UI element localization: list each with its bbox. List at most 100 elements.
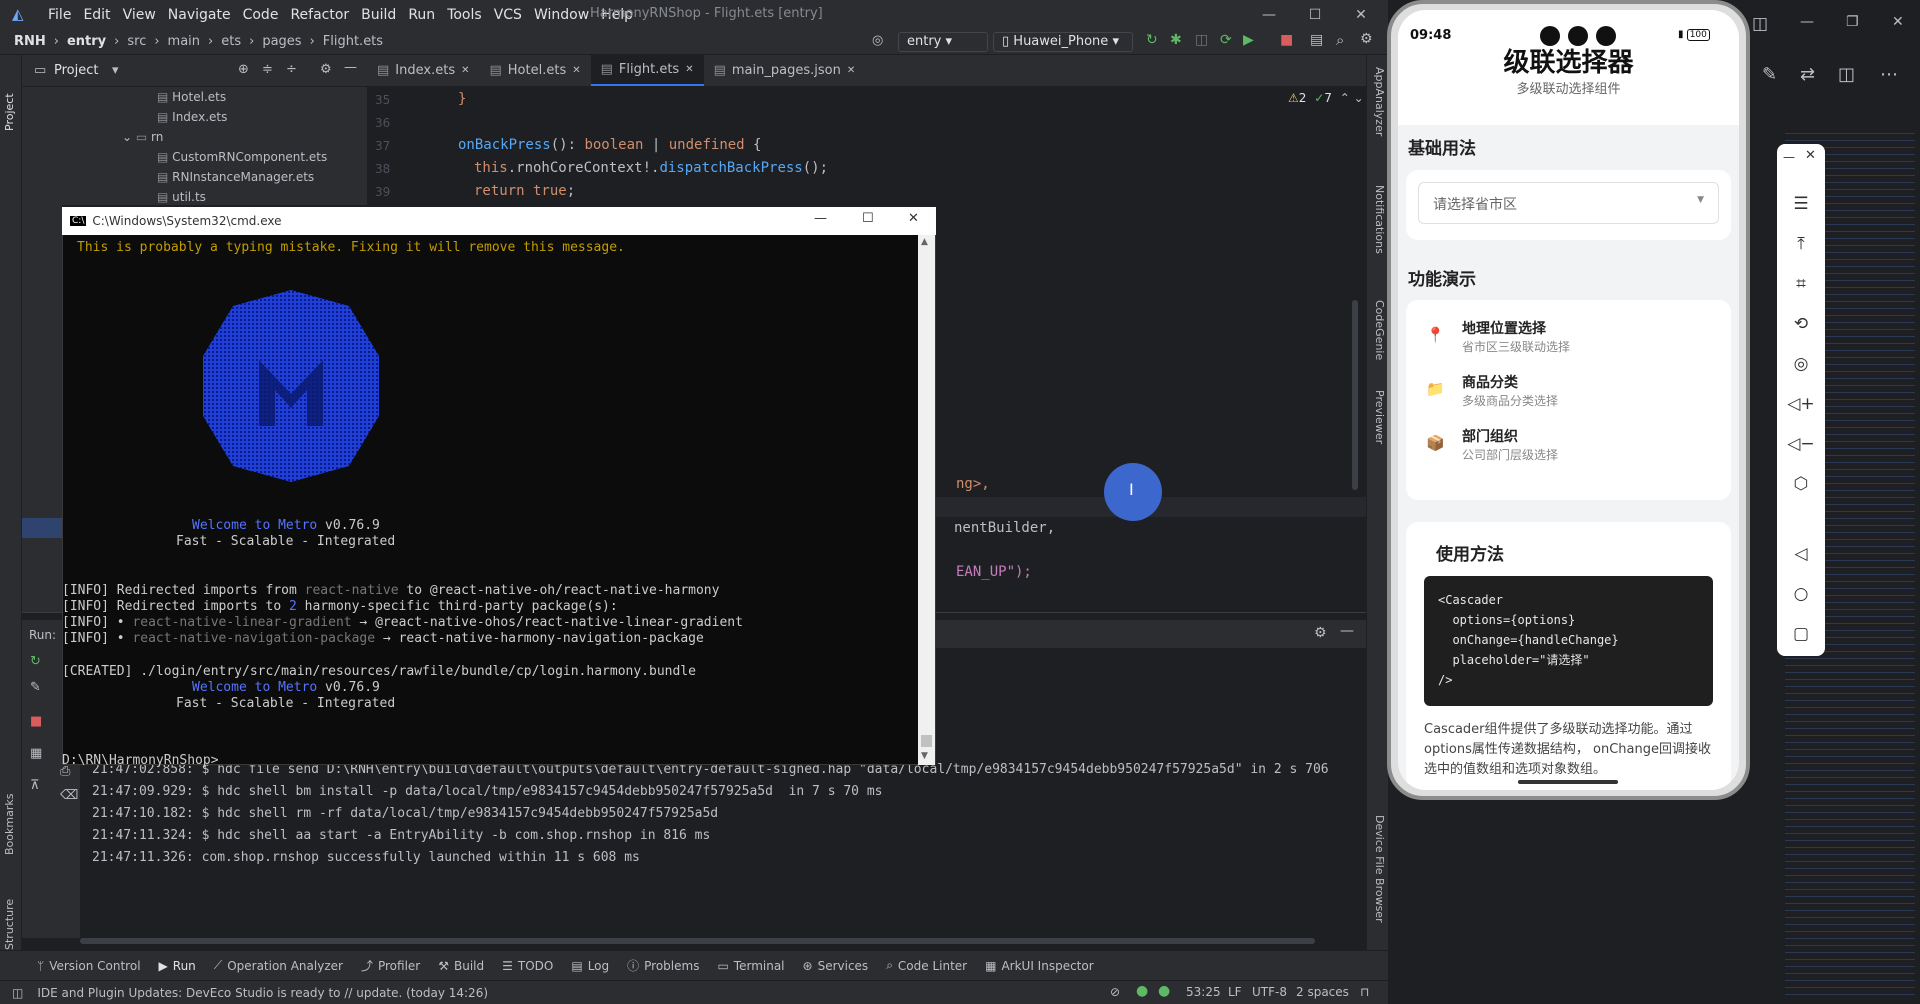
rerun-icon[interactable]: ↻ [30, 654, 41, 669]
menu-vcs[interactable]: VCS [488, 7, 528, 23]
close-icon[interactable]: ✕ [572, 65, 580, 76]
locate-icon[interactable]: ⊕ [238, 62, 249, 77]
tool-version-control[interactable]: ᛘ Version Control [28, 959, 150, 973]
tool-build[interactable]: ⚒ Build [429, 959, 493, 973]
tab-main-pages[interactable]: ▤ main_pages.json ✕ [704, 55, 866, 86]
pin-icon[interactable]: ⊼ [30, 778, 40, 793]
gear-icon[interactable]: ⚙ [1314, 625, 1327, 641]
tree-item[interactable]: ▤ RNInstanceManager.ets [157, 170, 314, 184]
compare-icon[interactable]: ⇄ [1800, 64, 1815, 85]
tool-profiler[interactable]: ⤴ Profiler [352, 957, 429, 974]
close-icon[interactable]: ✕ [685, 64, 693, 75]
expand-all-icon[interactable]: ≑ [262, 62, 273, 77]
profile-icon[interactable]: ▶ [1243, 32, 1254, 48]
status-message[interactable]: IDE and Plugin Updates: DevEco Studio is… [37, 986, 488, 1000]
breadcrumb-file[interactable]: Flight.ets [319, 34, 387, 49]
maximize-icon[interactable]: ❐ [1846, 14, 1859, 30]
tool-services[interactable]: ⊛ Services [794, 959, 878, 973]
menu-file[interactable]: File [42, 7, 77, 23]
collapse-all-icon[interactable]: ÷ [286, 62, 297, 77]
attach-icon[interactable]: ◫ [1195, 32, 1208, 48]
tool-problems[interactable]: ⓘ Problems [618, 957, 708, 974]
menu-tools[interactable]: Tools [441, 7, 488, 23]
close-icon[interactable]: ✕ [847, 65, 855, 76]
inspection-widget[interactable]: ⚠2 ✓7 ⌃ ⌄ [1288, 91, 1364, 105]
wrench-icon[interactable]: ✎ [30, 680, 41, 695]
maximize-icon[interactable]: ☐ [1292, 0, 1338, 29]
stop-icon[interactable]: ■ [30, 714, 42, 729]
breadcrumb-entry[interactable]: entry [63, 34, 110, 49]
maximize-icon[interactable]: ☐ [862, 211, 874, 226]
menu-view[interactable]: View [117, 7, 162, 23]
pin-top-icon[interactable]: ⤒ [1777, 224, 1825, 264]
menu-run[interactable]: Run [402, 7, 441, 23]
project-tool-button[interactable]: Project [3, 67, 19, 131]
tree-item[interactable]: ▤ Index.ets [157, 110, 227, 124]
tree-item[interactable]: ▤ CustomRNComponent.ets [157, 150, 327, 164]
editor-scrollbar[interactable] [1352, 300, 1358, 490]
bookmarks-tool-button[interactable]: Bookmarks [3, 775, 19, 855]
tree-item[interactable]: ⌄ ▭ rn [122, 130, 163, 144]
file-encoding[interactable]: UTF-8 [1252, 985, 1287, 999]
back-icon[interactable]: ◁ [1777, 534, 1825, 574]
volume-down-icon[interactable]: ◁− [1777, 424, 1825, 464]
trash-icon[interactable]: ⌫ [60, 788, 78, 803]
stop-icon[interactable]: ■ [1280, 32, 1293, 48]
log-hscrollbar[interactable] [80, 938, 1315, 944]
close-icon[interactable]: ✕ [1805, 148, 1816, 163]
indexing-icon[interactable]: ⊘ [1110, 985, 1120, 999]
caret-position[interactable]: 53:25 [1186, 985, 1221, 999]
panel-toggle-icon[interactable]: ◫ [12, 986, 23, 1000]
close-icon[interactable]: ✕ [461, 65, 469, 76]
tab-index[interactable]: ▤ Index.ets ✕ [367, 55, 479, 86]
more-icon[interactable]: ⋯ [1880, 64, 1898, 85]
recents-icon[interactable]: ▢ [1777, 614, 1825, 654]
menu-icon[interactable]: ☰ [1777, 184, 1825, 224]
line-separator[interactable]: LF [1228, 985, 1242, 999]
tool-arkui-inspector[interactable]: ▦ ArkUI Inspector [976, 959, 1103, 973]
tool-operation-analyzer[interactable]: ⟋ Operation Analyzer [205, 958, 352, 973]
close-icon[interactable]: ✕ [908, 211, 919, 226]
app-analyzer-tool-button[interactable]: AppAnalyzer [1370, 67, 1386, 177]
menu-code[interactable]: Code [237, 7, 285, 23]
cmd-prompt[interactable]: D:\RN\HarmonyRnShop> [62, 753, 219, 768]
codegenie-tool-button[interactable]: CodeGenie [1370, 300, 1386, 385]
chevron-up-icon[interactable]: ⌃ [1340, 91, 1350, 105]
chevron-up-icon[interactable]: ▲ [921, 237, 928, 247]
chevron-down-icon[interactable]: ▾ [112, 63, 119, 78]
home-icon[interactable]: ○ [1777, 574, 1825, 614]
tree-item[interactable]: ▤ util.ts [157, 190, 206, 204]
minimize-icon[interactable]: — [1246, 0, 1292, 29]
lock-icon[interactable]: ⊓ [1360, 985, 1369, 999]
indent-setting[interactable]: 2 spaces [1296, 985, 1349, 999]
home-indicator[interactable] [1518, 780, 1618, 784]
tree-item[interactable]: ▤ Hotel.ets [157, 90, 226, 104]
apply-changes-icon[interactable]: ⟳ [1220, 32, 1232, 48]
notifications-tool-button[interactable]: Notifications [1370, 185, 1386, 295]
menu-build[interactable]: Build [355, 7, 402, 23]
minimize-icon[interactable]: — [1783, 150, 1795, 164]
close-icon[interactable]: ✕ [1892, 14, 1904, 30]
device-manager-icon[interactable]: ▤ [1310, 32, 1323, 48]
tab-hotel[interactable]: ▤ Hotel.ets ✕ [479, 55, 590, 86]
debug-icon[interactable]: ✱ [1170, 32, 1182, 48]
settings-icon[interactable]: ⚙ [1360, 31, 1373, 47]
layout-icon[interactable]: ▦ [30, 746, 42, 761]
hide-icon[interactable]: — [1340, 623, 1354, 639]
demo-item-category[interactable]: 📁 商品分类 多级商品分类选择 [1418, 370, 1718, 414]
pencil-icon[interactable]: ✎ [1762, 64, 1777, 85]
cmd-scrollbar[interactable]: ▲ ▼ [918, 235, 935, 765]
layout-icon[interactable]: ◫ [1752, 14, 1768, 34]
breadcrumb-rnh[interactable]: RNH [10, 34, 50, 49]
crop-icon[interactable]: ⌗ [1777, 264, 1825, 304]
app-logo-icon[interactable]: ◭ [12, 5, 24, 23]
menu-refactor[interactable]: Refactor [284, 7, 355, 23]
volume-up-icon[interactable]: ◁+ [1777, 384, 1825, 424]
demo-item-department[interactable]: 📦 部门组织 公司部门层级选择 [1418, 424, 1718, 468]
settings-icon[interactable]: ⬡ [1777, 464, 1825, 504]
minimize-icon[interactable]: — [814, 211, 827, 226]
gear-icon[interactable]: ⚙ [320, 62, 332, 77]
project-view-select[interactable]: Project [54, 63, 98, 78]
tool-code-linter[interactable]: ⌕ Code Linter [877, 958, 976, 973]
device-select[interactable]: ▯ Huawei_Phone ▾ [993, 32, 1133, 52]
